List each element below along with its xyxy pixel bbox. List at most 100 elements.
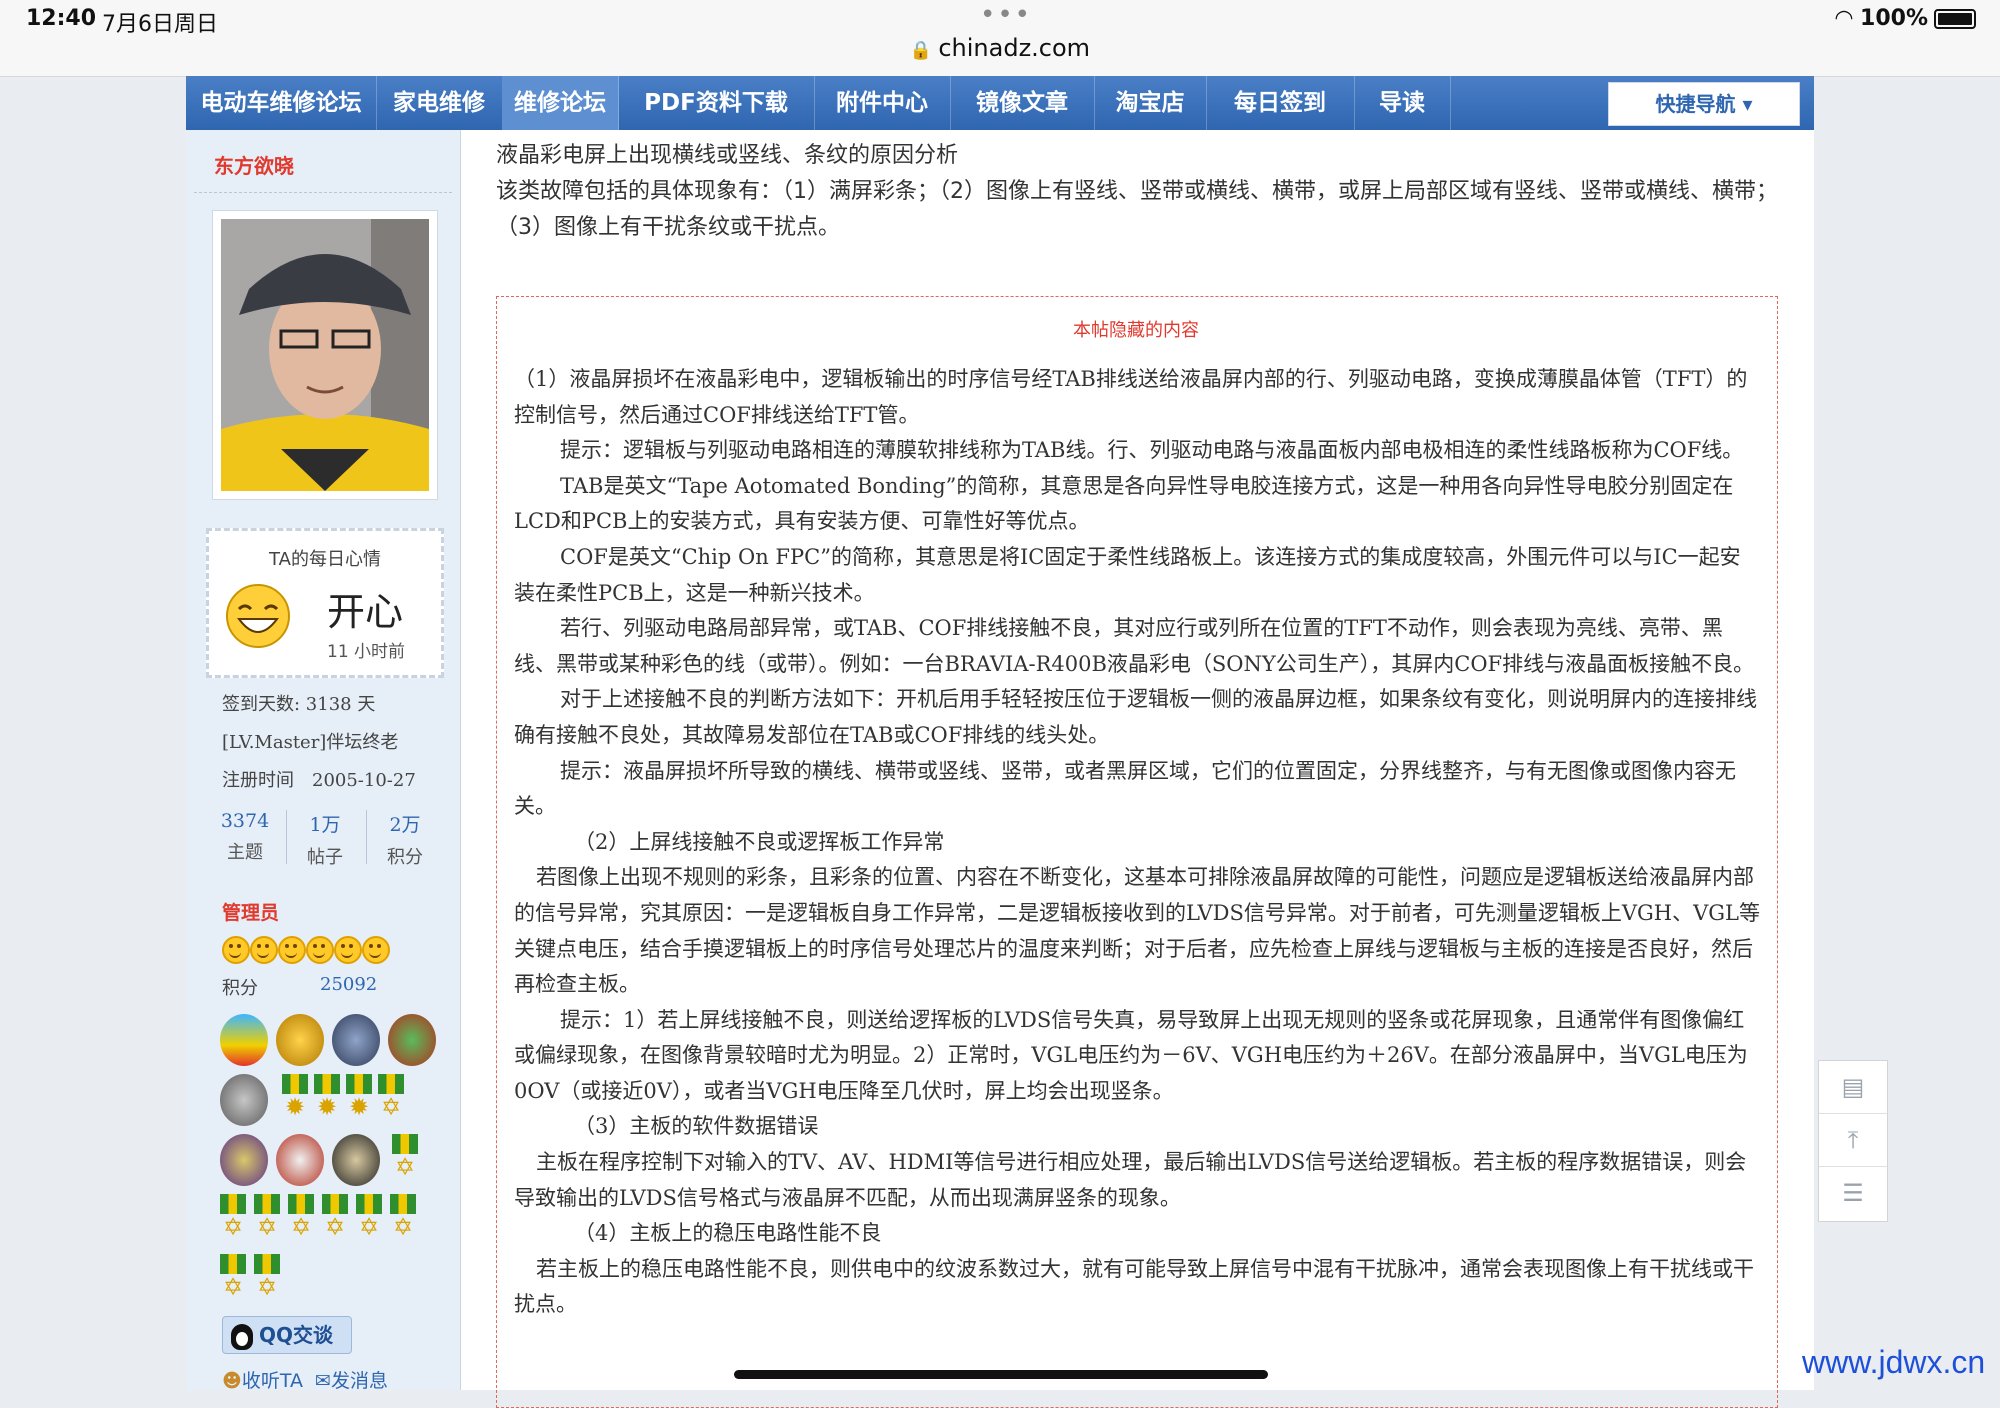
article-paragraph: 若主板上的稳压电路性能不良，则供电中的纹波系数过大，就有可能导致上屏信号中混有干…: [514, 1256, 1754, 1317]
mood-time: 11 小时前: [327, 642, 406, 662]
article-paragraph: （4）主板上的稳压电路性能不良: [574, 1221, 882, 1246]
nav-item-repair-forum[interactable]: 维修论坛: [502, 76, 619, 130]
forum-nav: 电动车维修论坛 家电维修 维修论坛 PDF资料下载 附件中心 镜像文章 淘宝店 …: [186, 76, 1814, 132]
battery-percent: 100%: [1860, 6, 1928, 31]
more-dots-icon[interactable]: •••: [980, 0, 1032, 30]
smile-icon: [222, 936, 250, 964]
register-date: 注册时间 2005-10-27: [222, 770, 416, 791]
team-badge-icon[interactable]: [332, 1014, 380, 1066]
browser-status-bar: 12:40 7月6日周日 ••• 🔒 chinadz.com ◠ 100%: [0, 0, 2000, 77]
list-icon[interactable]: ☰: [1819, 1167, 1887, 1219]
red-badge-icon[interactable]: [276, 1134, 324, 1186]
stat-credits[interactable]: 2万 积分: [366, 810, 444, 869]
floating-tools: ▤ ⤒ ☰: [1818, 1060, 1888, 1222]
medal-icon[interactable]: ✡: [254, 1194, 280, 1244]
nav-item-ev-forum[interactable]: 电动车维修论坛: [186, 76, 377, 130]
smile-icon: [334, 936, 362, 964]
medal-icon[interactable]: ✡: [378, 1074, 404, 1124]
smile-icon: [278, 936, 306, 964]
qq-penguin-icon: [231, 1323, 253, 1350]
hidden-article: （1）液晶屏损坏在液晶彩电中，逻辑板输出的时序信号经TAB排线送给液晶屏内部的行…: [514, 362, 1760, 1323]
article-paragraph: 提示：1）若上屏线接触不良，则送给逻挥板的LVDS信号失真，易导致屏上出现无规则…: [514, 1007, 1748, 1103]
reply-comment-icon[interactable]: ▤: [1819, 1061, 1887, 1114]
purple-badge-icon[interactable]: [220, 1134, 268, 1186]
nav-item-mirror[interactable]: 镜像文章: [950, 76, 1095, 130]
stat-topics[interactable]: 3374 主题: [206, 810, 284, 864]
status-right: ◠ 100%: [1835, 6, 1976, 31]
article-paragraph: （1）液晶屏损坏在液晶彩电中，逻辑板输出的时序信号经TAB排线送给液晶屏内部的行…: [514, 367, 1748, 427]
vip-badge-icon[interactable]: [220, 1014, 268, 1066]
back-to-top-icon[interactable]: ⤒: [1819, 1114, 1887, 1167]
stat-label: 积分: [387, 847, 423, 868]
user-actions: ☻收听TA ✉发消息: [222, 1366, 388, 1393]
stat-value: 3374: [220, 810, 270, 832]
medal-icon[interactable]: ✡: [220, 1254, 246, 1304]
quick-nav-label: 快捷导航: [1655, 92, 1736, 116]
nav-item-guide[interactable]: 导读: [1354, 76, 1451, 130]
stat-value: 1万: [309, 814, 341, 836]
smile-icon: [250, 936, 278, 964]
medal-icon[interactable]: ✹: [346, 1074, 372, 1124]
avatar[interactable]: [212, 210, 438, 500]
qq-chat-button[interactable]: QQ交谈: [222, 1316, 352, 1354]
watermark: www.jdwx.cn: [1802, 1344, 1986, 1380]
article-paragraph: 提示：液晶屏损坏所导致的横线、横带或竖线、竖带，或者黑屏区域，它们的位置固定，分…: [514, 758, 1736, 819]
url-text: chinadz.com: [938, 34, 1091, 62]
medal-icon[interactable]: ✡: [322, 1194, 348, 1244]
home-indicator[interactable]: [734, 1370, 1268, 1379]
author-name[interactable]: 东方欲晓: [214, 150, 294, 179]
divider: [194, 192, 452, 193]
medal-icon[interactable]: ✡: [356, 1194, 382, 1244]
avatar-photo: [221, 219, 429, 491]
address-bar[interactable]: 🔒 chinadz.com: [0, 34, 2000, 62]
smile-icon: [362, 936, 390, 964]
nav-item-checkin[interactable]: 每日签到: [1206, 76, 1355, 130]
black-badge-icon[interactable]: [332, 1134, 380, 1186]
article-paragraph: 若图像上出现不规则的彩条，且彩条的位置、内容在不断变化，这基本可排除液晶屏故障的…: [514, 865, 1760, 997]
laughing-face-icon: [226, 584, 290, 648]
article-paragraph: （2）上屏线接触不良或逻挥板工作异常: [574, 829, 945, 854]
globe-badge-icon[interactable]: [388, 1014, 436, 1066]
medal-icon[interactable]: ✹: [282, 1074, 308, 1124]
stat-label: 主题: [227, 842, 263, 863]
battery-icon: [1934, 9, 1976, 29]
article-paragraph: COF是英文“Chip On FPC”的简称，其意思是将IC固定于柔性线路板上。…: [514, 544, 1741, 605]
follow-link[interactable]: 收听TA: [242, 1370, 303, 1392]
points-value: 25092: [320, 974, 378, 995]
hidden-content-title: 本帖隐藏的内容: [1073, 320, 1199, 341]
qq-chat-label: QQ交谈: [259, 1323, 334, 1347]
mood-title: TA的每日心情: [269, 549, 381, 570]
article-paragraph: 若行、列驱动电路局部异常，或TAB、COF排线接触不良，其对应行或列所在位置的T…: [514, 616, 1755, 676]
nav-item-attachments[interactable]: 附件中心: [814, 76, 951, 130]
article-paragraph: （3）主板的软件数据错误: [574, 1114, 819, 1139]
user-role[interactable]: 管理员: [222, 898, 279, 925]
mood-value: 开心: [327, 590, 404, 634]
stat-posts[interactable]: 1万帖子: [286, 810, 364, 869]
author-sidebar: 东方欲晓 TA的每日心情 开心 11 小时前 签到天数: 3138 天 [LV.…: [186, 130, 461, 1393]
follow-icon: ☻: [222, 1370, 242, 1392]
article-paragraph: 主板在程序控制下对输入的TV、AV、HDMI等信号进行相应处理，最后输出LVDS…: [514, 1150, 1747, 1210]
nav-item-appliance[interactable]: 家电维修: [376, 76, 503, 130]
daily-mood-box: TA的每日心情 开心 11 小时前: [206, 528, 444, 678]
nav-item-taobao[interactable]: 淘宝店: [1094, 76, 1207, 130]
medal-icon[interactable]: ✡: [288, 1194, 314, 1244]
post-intro: 该类故障包括的具体现象有：（1）满屏彩条；（2）图像上有竖线、竖带或横线、横带，…: [496, 179, 1778, 240]
nav-item-pdf[interactable]: PDF资料下载: [618, 76, 815, 130]
clock: 12:40: [26, 6, 97, 31]
points-label: 积分: [222, 978, 258, 999]
user-level: [LV.Master]伴坛终老: [222, 732, 399, 753]
medal-icon[interactable]: ✹: [314, 1074, 340, 1124]
medal-icon[interactable]: ✡: [392, 1134, 418, 1184]
medal-icon[interactable]: ✡: [390, 1194, 416, 1244]
quick-nav-button[interactable]: 快捷导航 ▾: [1608, 82, 1800, 126]
stat-label: 帖子: [307, 847, 343, 868]
article-paragraph: 提示：逻辑板与列驱动电路相连的薄膜软排线称为TAB线。行、列驱动电路与液晶面板内…: [560, 438, 1744, 463]
medal-icon[interactable]: ✡: [220, 1194, 246, 1244]
level-3-medal-icon[interactable]: [220, 1074, 268, 1126]
article-paragraph: 对于上述接触不良的判断方法如下：开机后用手轻轻按压位于逻辑板一侧的液晶屏边框，如…: [514, 687, 1757, 747]
article-paragraph: TAB是英文“Tape Aotomated Bonding”的简称，其意思是各向…: [514, 473, 1734, 534]
crown-badge-icon[interactable]: [276, 1014, 324, 1066]
message-link[interactable]: 发消息: [331, 1370, 388, 1392]
medal-icon[interactable]: ✡: [254, 1254, 280, 1304]
message-icon: ✉: [315, 1370, 331, 1392]
